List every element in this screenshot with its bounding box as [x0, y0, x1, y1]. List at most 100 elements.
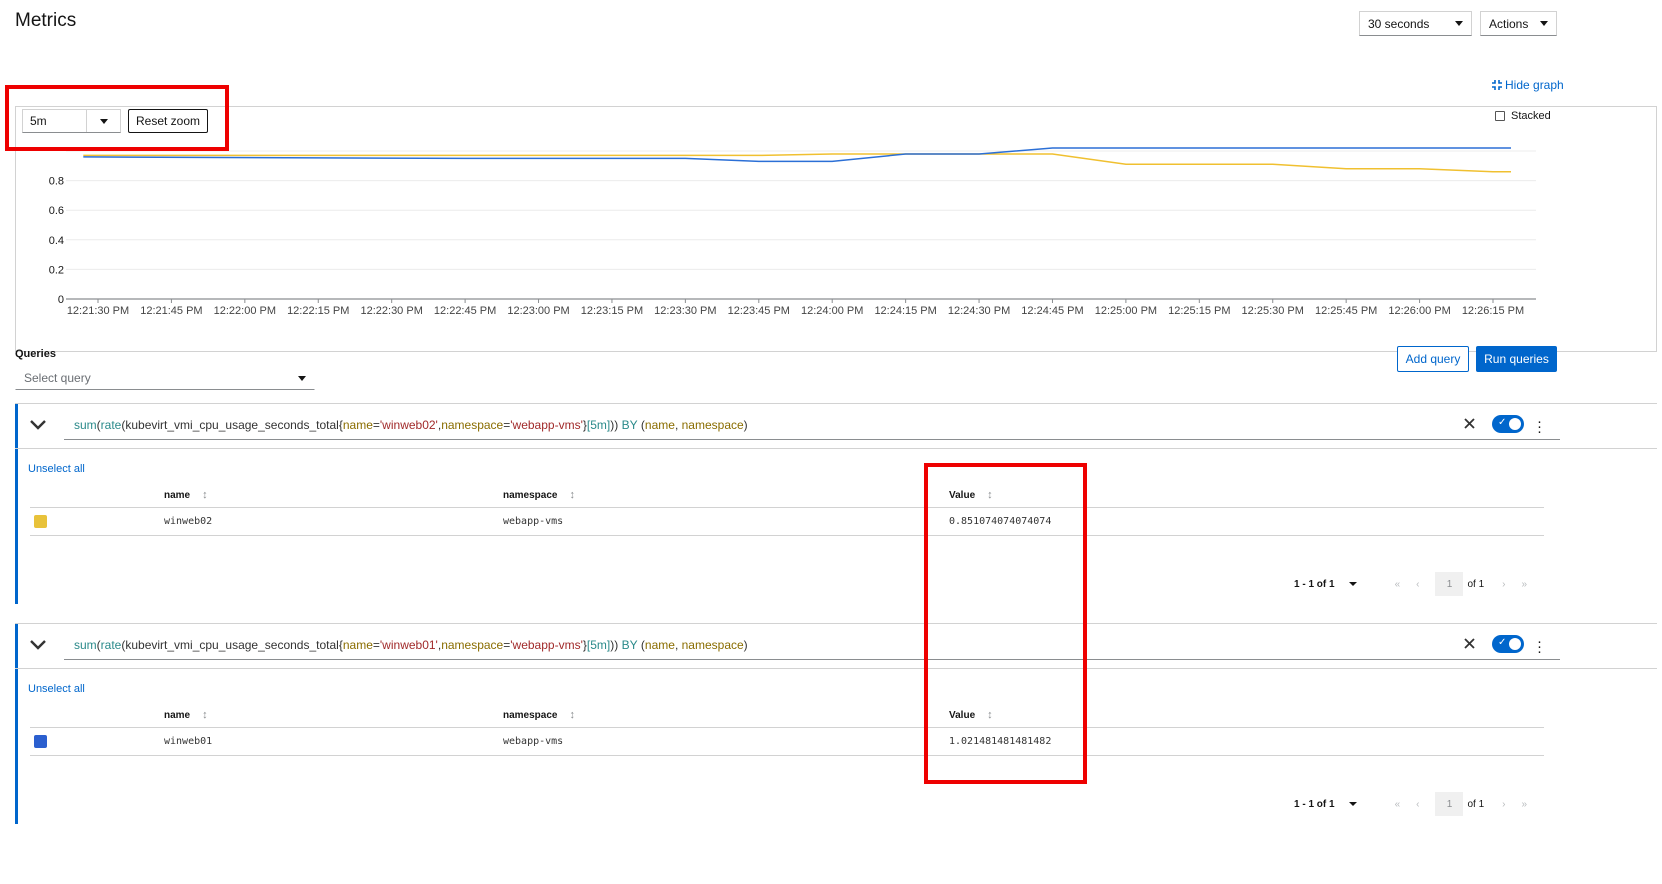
- sort-icon[interactable]: ↕: [569, 489, 575, 501]
- column-header[interactable]: Value ↕: [949, 489, 993, 501]
- column-header-label: namespace: [503, 710, 558, 721]
- divider: [30, 727, 1544, 728]
- close-icon[interactable]: [1464, 638, 1475, 649]
- query-expression-input[interactable]: sum(rate(kubevirt_vmi_cpu_usage_seconds_…: [64, 630, 1560, 660]
- query-panel-accent: [15, 404, 18, 604]
- sort-icon[interactable]: ↕: [987, 489, 993, 501]
- check-icon: ✓: [1498, 637, 1507, 648]
- y-tick-label: 0.8: [49, 176, 64, 188]
- column-header-label: Value: [949, 710, 976, 721]
- unselect-all-button[interactable]: Unselect all: [28, 463, 85, 475]
- expr-token-v1: 'winweb02': [379, 418, 438, 432]
- query-expression-input[interactable]: sum(rate(kubevirt_vmi_cpu_usage_seconds_…: [64, 410, 1560, 440]
- sort-icon[interactable]: ↕: [569, 709, 575, 721]
- series-color-swatch[interactable]: [34, 735, 47, 748]
- x-tick-label: 12:25:45 PM: [1315, 305, 1377, 317]
- x-tick-label: 12:21:45 PM: [140, 305, 202, 317]
- page-number-input[interactable]: 1: [1435, 792, 1464, 816]
- column-header[interactable]: namespace ↕: [503, 709, 575, 721]
- close-icon[interactable]: [1464, 418, 1475, 429]
- expr-token-g2: namespace: [681, 638, 744, 652]
- column-header[interactable]: name ↕: [164, 709, 208, 721]
- expr-token-range: [5m]: [586, 418, 611, 432]
- last-page-icon[interactable]: »: [1522, 799, 1528, 810]
- y-tick-label: 0.6: [49, 205, 64, 217]
- select-query-placeholder: Select query: [24, 371, 91, 385]
- expr-token-fn2: rate: [100, 638, 122, 652]
- kebab-icon[interactable]: · · ·: [1537, 634, 1542, 659]
- x-tick-label: 12:25:15 PM: [1168, 305, 1230, 317]
- x-tick-label: 12:24:15 PM: [874, 305, 936, 317]
- column-header[interactable]: Value ↕: [949, 709, 993, 721]
- column-header[interactable]: namespace ↕: [503, 489, 575, 501]
- select-query-dropdown[interactable]: Select query: [15, 366, 315, 390]
- y-tick-label: 0: [58, 294, 64, 306]
- x-tick-label: 12:22:30 PM: [360, 305, 422, 317]
- query-panel-accent: [15, 624, 18, 824]
- x-tick-label: 12:22:45 PM: [434, 305, 496, 317]
- previous-page-icon[interactable]: ‹: [1416, 579, 1419, 590]
- chevron-down-icon[interactable]: [30, 640, 46, 650]
- series-color-swatch[interactable]: [34, 515, 47, 528]
- pagination-range: 1 - 1 of 1: [1294, 578, 1335, 590]
- column-header-label: name: [164, 490, 191, 501]
- expr-token-kw: BY: [621, 638, 638, 652]
- divider: [30, 535, 1544, 536]
- sort-icon[interactable]: ↕: [202, 709, 208, 721]
- x-tick-label: 12:23:00 PM: [507, 305, 569, 317]
- pagination-range: 1 - 1 of 1: [1294, 798, 1335, 810]
- divider: [15, 448, 1657, 449]
- unselect-all-button[interactable]: Unselect all: [28, 683, 85, 695]
- expr-token-v2: 'webapp-vms': [510, 418, 583, 432]
- query-enable-toggle[interactable]: ✓: [1492, 635, 1524, 653]
- x-tick-label: 12:21:30 PM: [67, 305, 129, 317]
- expr-token-l1: name: [342, 418, 373, 432]
- run-queries-button[interactable]: Run queries: [1476, 346, 1557, 372]
- previous-page-icon[interactable]: ‹: [1416, 799, 1419, 810]
- column-header-label: name: [164, 710, 191, 721]
- column-header[interactable]: name ↕: [164, 489, 208, 501]
- expr-token-fn1: sum: [74, 418, 97, 432]
- x-tick-label: 12:22:15 PM: [287, 305, 349, 317]
- page-number-input[interactable]: 1: [1435, 572, 1464, 596]
- x-tick-label: 12:23:15 PM: [581, 305, 643, 317]
- x-tick-label: 12:23:30 PM: [654, 305, 716, 317]
- next-page-icon[interactable]: ›: [1502, 799, 1505, 810]
- caret-down-icon[interactable]: [1348, 582, 1357, 586]
- expr-token-v1: 'winweb01': [379, 638, 438, 652]
- expr-token-p5: ): [743, 418, 748, 432]
- sort-icon[interactable]: ↕: [202, 489, 208, 501]
- expr-token-eq1: =: [372, 638, 380, 652]
- first-page-icon[interactable]: «: [1395, 799, 1401, 810]
- metrics-chart[interactable]: 0 0.2 0.4 0.6 0.8 12:21:30 PM 12:21:45 PM 12:2…: [0, 0, 1662, 340]
- expr-token-range: [5m]: [586, 638, 611, 652]
- x-tick-label: 12:24:00 PM: [801, 305, 863, 317]
- divider: [30, 755, 1544, 756]
- expr-token-c2: ,: [674, 638, 682, 652]
- series-line-winweb02[interactable]: [83, 153, 1511, 173]
- cell-name: winweb01: [164, 736, 213, 747]
- expr-token-metric: kubevirt_vmi_cpu_usage_seconds_total: [125, 418, 339, 432]
- x-tick-label: 12:23:45 PM: [728, 305, 790, 317]
- caret-down-icon: [298, 375, 306, 381]
- cell-name: winweb02: [164, 516, 213, 527]
- x-tick-label: 12:24:45 PM: [1021, 305, 1083, 317]
- cell-value: 0.851074074074074: [949, 516, 1052, 527]
- next-page-icon[interactable]: ›: [1502, 579, 1505, 590]
- last-page-icon[interactable]: »: [1522, 579, 1528, 590]
- first-page-icon[interactable]: «: [1395, 579, 1401, 590]
- expr-token-c2: ,: [674, 418, 682, 432]
- expr-token-metric: kubevirt_vmi_cpu_usage_seconds_total: [125, 638, 339, 652]
- caret-down-icon[interactable]: [1348, 802, 1357, 806]
- add-query-button[interactable]: Add query: [1397, 346, 1469, 372]
- y-tick-label: 0.4: [49, 235, 64, 247]
- divider: [15, 668, 1657, 669]
- query-enable-toggle[interactable]: ✓: [1492, 415, 1524, 433]
- column-header-label: namespace: [503, 490, 558, 501]
- x-tick-label: 12:25:00 PM: [1095, 305, 1157, 317]
- kebab-icon[interactable]: · · ·: [1537, 414, 1542, 439]
- chevron-down-icon[interactable]: [30, 420, 46, 430]
- divider: [30, 507, 1544, 508]
- expr-token-p5: ): [743, 638, 748, 652]
- sort-icon[interactable]: ↕: [987, 709, 993, 721]
